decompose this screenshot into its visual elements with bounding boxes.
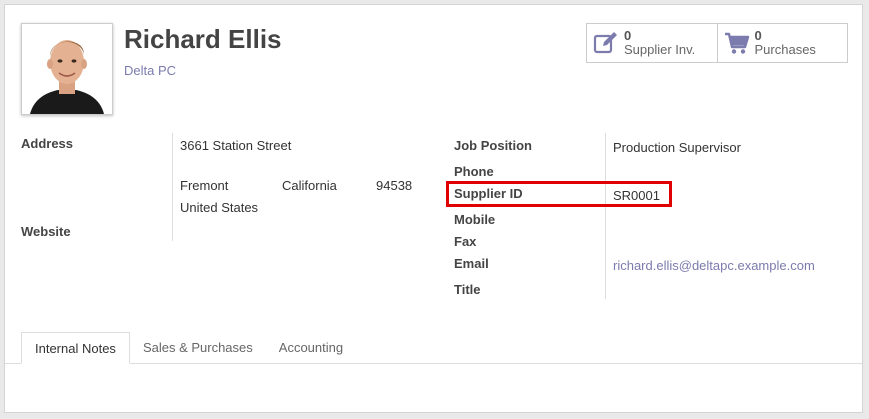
job-position-label: Job Position bbox=[454, 138, 532, 153]
tab-accounting[interactable]: Accounting bbox=[266, 332, 356, 364]
smart-buttons: 0 Supplier Inv. 0 Purchases bbox=[586, 23, 848, 63]
left-divider bbox=[172, 133, 173, 241]
city-field[interactable]: Fremont bbox=[180, 178, 228, 193]
company-link[interactable]: Delta PC bbox=[124, 63, 176, 78]
pencil-square-icon bbox=[593, 32, 617, 54]
tab-sales-purchases[interactable]: Sales & Purchases bbox=[130, 332, 266, 364]
mobile-label: Mobile bbox=[454, 212, 496, 227]
supplier-invoices-count: 0 bbox=[624, 28, 632, 43]
zip-field[interactable]: 94538 bbox=[376, 178, 412, 193]
address-label: Address bbox=[21, 136, 74, 151]
email-label: Email bbox=[454, 256, 489, 271]
person-photo-icon bbox=[22, 24, 112, 114]
purchases-label: Purchases bbox=[754, 42, 816, 57]
notebook-tabs: Internal Notes Sales & Purchases Account… bbox=[21, 332, 356, 364]
website-label: Website bbox=[21, 224, 71, 239]
shopping-cart-icon bbox=[724, 32, 749, 54]
partner-form-sheet: Richard Ellis Delta PC 0 Supplier Inv. 0 bbox=[4, 4, 863, 413]
right-divider bbox=[605, 133, 606, 299]
supplier-invoices-label: Supplier Inv. bbox=[624, 42, 696, 57]
title-label: Title bbox=[454, 282, 481, 297]
supplier-id-highlight-box bbox=[446, 181, 672, 207]
country-field[interactable]: United States bbox=[180, 200, 258, 215]
purchases-count: 0 bbox=[754, 28, 762, 43]
street-field[interactable]: 3661 Station Street bbox=[180, 138, 291, 153]
partner-name[interactable]: Richard Ellis bbox=[124, 24, 282, 55]
email-link[interactable]: richard.ellis@deltapc.example.com bbox=[613, 258, 815, 273]
fax-label: Fax bbox=[454, 234, 477, 249]
state-field[interactable]: California bbox=[282, 178, 337, 193]
job-position-field[interactable]: Production Supervisor bbox=[613, 140, 741, 155]
partner-avatar[interactable] bbox=[21, 23, 113, 115]
supplier-invoices-button[interactable]: 0 Supplier Inv. bbox=[587, 24, 717, 62]
phone-label: Phone bbox=[454, 164, 494, 179]
tab-internal-notes[interactable]: Internal Notes bbox=[21, 332, 130, 364]
purchases-button[interactable]: 0 Purchases bbox=[716, 24, 848, 62]
